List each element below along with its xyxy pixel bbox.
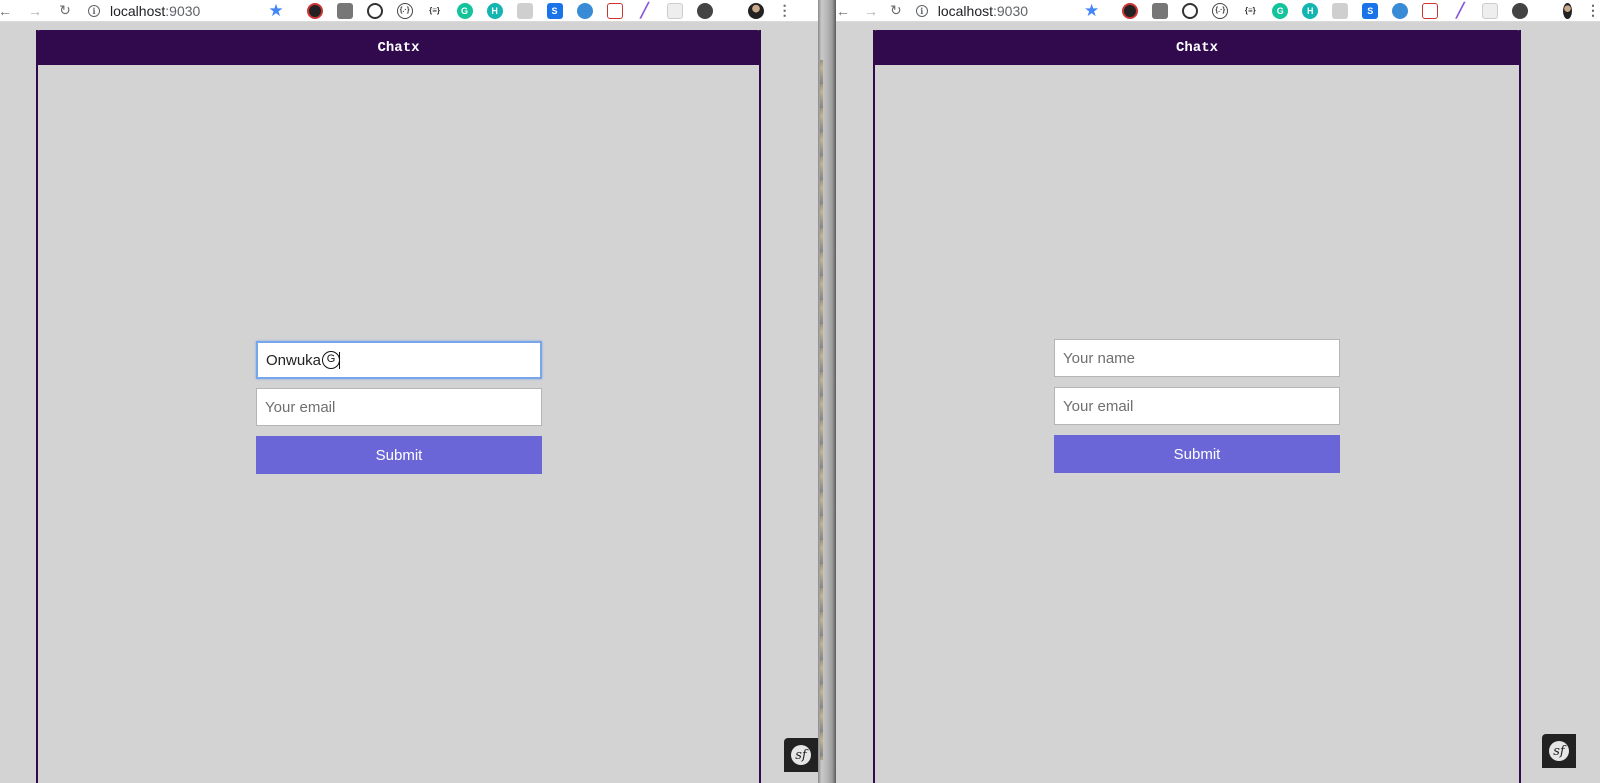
extension-icon-10[interactable] <box>1392 2 1409 19</box>
extension-icon-4[interactable]: {.·} <box>396 2 413 19</box>
extension-icon-3[interactable] <box>1182 2 1199 19</box>
extension-icon-1[interactable] <box>1122 2 1139 19</box>
text-cursor-icon: G <box>322 351 340 369</box>
kebab-menu-icon[interactable]: ⋮ <box>1586 2 1600 19</box>
chat-header-title: Chatx <box>36 30 761 65</box>
info-icon[interactable]: i <box>88 4 100 17</box>
url-port: :9030 <box>993 2 1029 19</box>
extension-icon-9[interactable]: S <box>546 2 563 19</box>
back-button[interactable]: ← <box>836 2 850 20</box>
extension-icon-13[interactable] <box>1482 2 1499 19</box>
kebab-menu-icon[interactable]: ⋮ <box>778 2 792 19</box>
extension-icon-3[interactable] <box>366 2 383 19</box>
name-field[interactable] <box>1054 339 1340 377</box>
extension-icon-5[interactable]: {≡} <box>426 2 443 19</box>
extension-icon-2[interactable] <box>1152 2 1169 19</box>
extension-icon-11[interactable] <box>606 2 623 19</box>
extension-icon-8[interactable] <box>516 2 533 19</box>
address-bar[interactable]: i localhost:9030 <box>88 1 200 21</box>
window-divider <box>818 0 836 783</box>
extension-icon-2[interactable] <box>336 2 353 19</box>
symfony-icon: sf <box>1549 741 1569 761</box>
extension-icon-7[interactable]: H <box>1302 2 1319 19</box>
reload-button[interactable]: ↻ <box>56 2 74 20</box>
browser-toolbar: ← → ↻ i localhost:9030 ★ {.·} {≡} G H S … <box>0 0 818 22</box>
forward-button[interactable]: → <box>26 2 44 20</box>
extension-icon-14[interactable] <box>1512 2 1529 19</box>
extension-icon-6[interactable]: G <box>456 2 473 19</box>
forward-button[interactable]: → <box>864 2 878 20</box>
url-port: :9030 <box>165 2 201 19</box>
browser-window-left: ← → ↻ i localhost:9030 ★ {.·} {≡} G H S … <box>0 0 818 783</box>
extension-icon-14[interactable] <box>696 2 713 19</box>
email-field[interactable] <box>1054 387 1340 425</box>
extension-icon-5[interactable]: {≡} <box>1242 2 1259 19</box>
extension-icon-8[interactable] <box>1332 2 1349 19</box>
extension-icon-4[interactable]: {.·} <box>1212 2 1229 19</box>
login-form: Submit <box>1054 339 1340 473</box>
info-icon[interactable]: i <box>915 4 928 17</box>
bookmark-star-icon[interactable]: ★ <box>268 1 283 21</box>
extension-icon-10[interactable] <box>576 2 593 19</box>
login-form: Submit <box>256 341 542 474</box>
url-host: localhost <box>110 2 166 19</box>
url-host: localhost <box>937 2 993 19</box>
text-caret <box>339 352 340 369</box>
extension-icon-12[interactable]: ╱ <box>1452 2 1469 19</box>
symfony-toolbar-badge[interactable]: sf <box>1542 734 1576 768</box>
extension-icon-6[interactable]: G <box>1272 2 1289 19</box>
submit-button[interactable]: Submit <box>256 436 542 474</box>
extension-icon-13[interactable] <box>666 2 683 19</box>
extension-icon-9[interactable]: S <box>1362 2 1379 19</box>
bookmark-star-icon[interactable]: ★ <box>1084 1 1099 21</box>
avatar-icon[interactable] <box>1563 2 1572 19</box>
submit-button[interactable]: Submit <box>1054 435 1340 473</box>
extension-icon-12[interactable]: ╱ <box>636 2 653 19</box>
extension-icon-7[interactable]: H <box>486 2 503 19</box>
browser-window-right: ← → ↻ i localhost:9030 ★ {.·} {≡} G H S … <box>836 0 1600 783</box>
browser-toolbar: ← → ↻ i localhost:9030 ★ {.·} {≡} G H S … <box>836 0 1600 22</box>
chat-header-title: Chatx <box>873 30 1521 65</box>
name-field[interactable] <box>256 341 542 379</box>
email-field[interactable] <box>256 388 542 426</box>
extension-icon-1[interactable] <box>306 2 323 19</box>
symfony-toolbar-badge[interactable]: sf <box>784 738 818 772</box>
extension-icon-11[interactable] <box>1422 2 1439 19</box>
avatar-icon[interactable] <box>747 2 764 19</box>
address-bar[interactable]: i localhost:9030 <box>915 1 1029 21</box>
symfony-icon: sf <box>791 745 811 765</box>
reload-button[interactable]: ↻ <box>890 2 902 20</box>
back-button[interactable]: ← <box>0 2 12 20</box>
